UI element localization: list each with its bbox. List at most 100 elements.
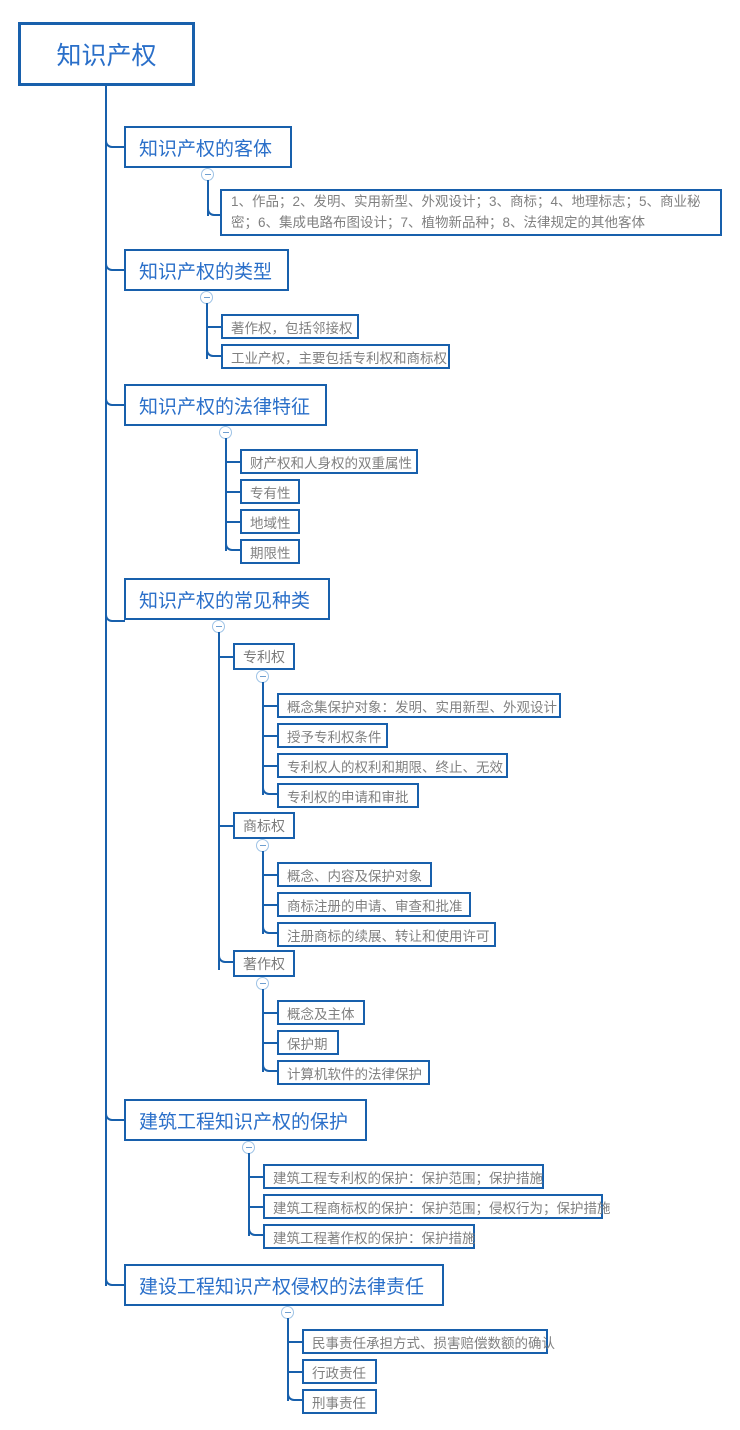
- branch-3-elbow: [105, 397, 125, 406]
- branch-node-1[interactable]: 知识产权的客体: [124, 126, 292, 168]
- leaf-node-4-2-2-label: 商标注册的申请、审查和批准: [287, 898, 463, 914]
- branch-node-4-label: 知识产权的常见种类: [139, 590, 311, 612]
- branch-5-child-2-line: [248, 1206, 264, 1208]
- leaf-node-3-3[interactable]: 地域性: [240, 509, 300, 534]
- branch-6-elbow: [105, 1277, 125, 1286]
- leaf-node-4-3-3[interactable]: 计算机软件的法律保护: [277, 1060, 430, 1085]
- group-node-4-3-label: 著作权: [243, 955, 285, 972]
- leaf-node-2-2[interactable]: 工业产权，主要包括专利权和商标权: [221, 344, 450, 369]
- group-4-2-child-1-line: [262, 874, 278, 876]
- leaf-node-3-1-label: 财产权和人身权的双重属性: [250, 455, 412, 471]
- leaf-node-6-2-label: 行政责任: [312, 1365, 366, 1381]
- branch-6-stem: [287, 1318, 289, 1401]
- leaf-node-4-1-1[interactable]: 概念集保护对象：发明、实用新型、外观设计: [277, 693, 561, 718]
- group-4-1-child-2-line: [262, 735, 278, 737]
- leaf-node-4-1-4[interactable]: 专利权的申请和审批: [277, 783, 419, 808]
- leaf-node-4-2-3-label: 注册商标的续展、转让和使用许可: [287, 928, 490, 944]
- branch-node-3-label: 知识产权的法律特征: [139, 396, 311, 418]
- branch-3-child-3-line: [225, 521, 241, 523]
- leaf-node-1-1-label: 1、作品；2、发明、实用新型、外观设计；3、商标；4、地理标志；5、商业秘密；6…: [231, 193, 701, 230]
- branch-node-2[interactable]: 知识产权的类型: [124, 249, 289, 291]
- group-4-3-stem: [262, 989, 264, 1072]
- leaf-node-4-2-3[interactable]: 注册商标的续展、转让和使用许可: [277, 922, 496, 947]
- branch-3-child-2-line: [225, 491, 241, 493]
- leaf-node-1-1[interactable]: 1、作品；2、发明、实用新型、外观设计；3、商标；4、地理标志；5、商业秘密；6…: [220, 189, 722, 236]
- branch-node-2-label: 知识产权的类型: [139, 261, 273, 283]
- branch-3-child-4-elbow: [225, 542, 241, 551]
- leaf-node-6-2[interactable]: 行政责任: [302, 1359, 377, 1384]
- leaf-node-4-3-1-label: 概念及主体: [287, 1006, 355, 1022]
- branch-2-child-2-elbow: [206, 348, 222, 357]
- leaf-node-4-1-2[interactable]: 授予专利权条件: [277, 723, 388, 748]
- branch-5-child-1-line: [248, 1176, 264, 1178]
- leaf-node-4-1-3[interactable]: 专利权人的权利和期限、终止、无效: [277, 753, 508, 778]
- leaf-node-4-2-1-label: 概念、内容及保护对象: [287, 868, 422, 884]
- branch-2-child-1-line: [206, 326, 222, 328]
- group-4-1-child-1-line: [262, 705, 278, 707]
- leaf-node-2-2-label: 工业产权，主要包括专利权和商标权: [231, 350, 447, 366]
- group-node-4-3[interactable]: 著作权: [233, 950, 295, 977]
- branch-4-stem: [218, 632, 220, 970]
- leaf-node-3-2[interactable]: 专有性: [240, 479, 300, 504]
- branch-2-elbow: [105, 262, 125, 271]
- leaf-node-4-1-1-label: 概念集保护对象：发明、实用新型、外观设计: [287, 699, 557, 715]
- leaf-node-4-3-2[interactable]: 保护期: [277, 1030, 339, 1055]
- group-4-1-child-3-line: [262, 765, 278, 767]
- branch-5-child-3-elbow: [248, 1227, 264, 1236]
- root-node[interactable]: 知识产权: [18, 22, 195, 86]
- branch-1-child-elbow: [207, 207, 221, 216]
- branch-1-elbow: [105, 139, 125, 148]
- leaf-node-4-2-2[interactable]: 商标注册的申请、审查和批准: [277, 892, 471, 917]
- leaf-node-3-4[interactable]: 期限性: [240, 539, 300, 564]
- branch-node-4[interactable]: 知识产权的常见种类: [124, 578, 330, 620]
- branch-3-child-1-line: [225, 461, 241, 463]
- leaf-node-4-1-3-label: 专利权人的权利和期限、终止、无效: [287, 759, 503, 775]
- leaf-node-5-3-label: 建筑工程著作权的保护：保护措施: [273, 1230, 476, 1246]
- group-4-1-child-4-elbow: [262, 786, 278, 795]
- leaf-node-5-2[interactable]: 建筑工程商标权的保护：保护范围；侵权行为；保护措施: [263, 1194, 611, 1219]
- leaf-node-4-3-3-label: 计算机软件的法律保护: [287, 1066, 422, 1082]
- branch-6-child-1-line: [287, 1341, 303, 1343]
- group-node-4-1-label: 专利权: [243, 648, 285, 665]
- group-4-2-child-2-line: [262, 904, 278, 906]
- leaf-node-3-1[interactable]: 财产权和人身权的双重属性: [240, 449, 418, 474]
- leaf-node-5-1-label: 建筑工程专利权的保护：保护范围；保护措施: [273, 1170, 543, 1186]
- branch-3-stem: [225, 438, 227, 551]
- group-4-3-elbow: [218, 954, 234, 963]
- branch-4-elbow: [105, 613, 125, 622]
- leaf-node-6-1[interactable]: 民事责任承担方式、损害赔偿数额的确认: [302, 1329, 555, 1354]
- branch-node-3[interactable]: 知识产权的法律特征: [124, 384, 327, 426]
- group-node-4-1[interactable]: 专利权: [233, 643, 295, 670]
- leaf-node-4-1-4-label: 专利权的申请和审批: [287, 789, 409, 805]
- branch-6-child-3-elbow: [287, 1392, 303, 1401]
- leaf-node-2-1[interactable]: 著作权，包括邻接权: [221, 314, 359, 339]
- leaf-node-6-1-label: 民事责任承担方式、损害赔偿数额的确认: [312, 1335, 555, 1351]
- group-4-2-child-3-elbow: [262, 925, 278, 934]
- leaf-node-5-2-label: 建筑工程商标权的保护：保护范围；侵权行为；保护措施: [273, 1200, 611, 1216]
- leaf-node-5-1[interactable]: 建筑工程专利权的保护：保护范围；保护措施: [263, 1164, 544, 1189]
- leaf-node-3-4-label: 期限性: [250, 545, 291, 561]
- leaf-node-4-1-2-label: 授予专利权条件: [287, 729, 382, 745]
- group-4-2-stem: [262, 851, 264, 934]
- group-4-3-child-3-elbow: [262, 1063, 278, 1072]
- leaf-node-3-3-label: 地域性: [250, 515, 291, 531]
- group-node-4-2-label: 商标权: [243, 817, 285, 834]
- leaf-node-2-1-label: 著作权，包括邻接权: [231, 320, 353, 336]
- leaf-node-4-3-2-label: 保护期: [287, 1036, 328, 1052]
- branch-node-6-label: 建设工程知识产权侵权的法律责任: [139, 1276, 425, 1298]
- leaf-node-3-2-label: 专有性: [250, 485, 291, 501]
- mind-map-canvas: 知识产权 知识产权的客体 1、作品；2、发明、实用新型、外观设计；3、商标；4、…: [0, 0, 740, 1430]
- branch-node-5-label: 建筑工程知识产权的保护: [139, 1111, 349, 1133]
- leaf-node-6-3[interactable]: 刑事责任: [302, 1389, 377, 1414]
- leaf-node-5-3[interactable]: 建筑工程著作权的保护：保护措施: [263, 1224, 476, 1249]
- group-node-4-2[interactable]: 商标权: [233, 812, 295, 839]
- root-node-label: 知识产权: [56, 42, 157, 70]
- group-4-1-line: [218, 656, 234, 658]
- group-4-3-child-1-line: [262, 1012, 278, 1014]
- branch-5-elbow: [105, 1112, 125, 1121]
- leaf-node-4-2-1[interactable]: 概念、内容及保护对象: [277, 862, 432, 887]
- branch-5-stem: [248, 1153, 250, 1236]
- branch-node-6[interactable]: 建设工程知识产权侵权的法律责任: [124, 1264, 444, 1306]
- leaf-node-4-3-1[interactable]: 概念及主体: [277, 1000, 365, 1025]
- branch-node-5[interactable]: 建筑工程知识产权的保护: [124, 1099, 367, 1141]
